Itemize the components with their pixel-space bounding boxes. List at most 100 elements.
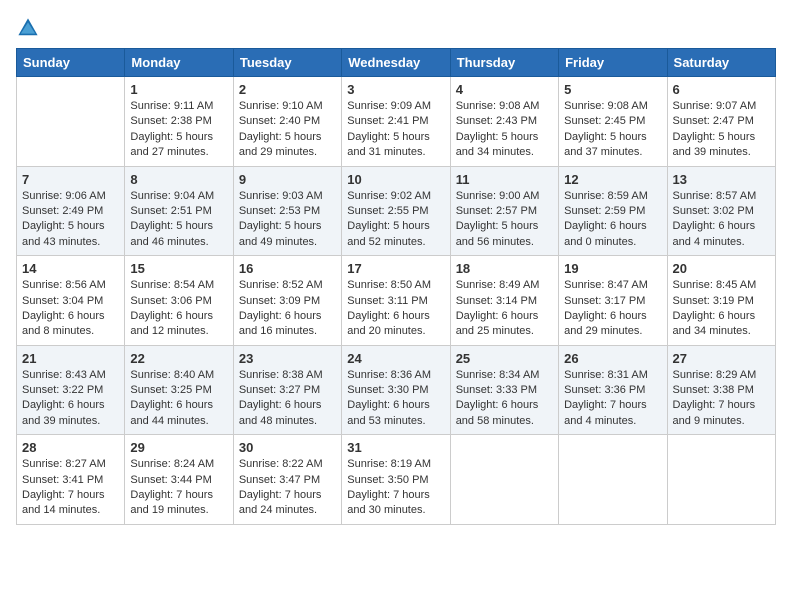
- day-number: 4: [456, 82, 553, 97]
- day-number: 5: [564, 82, 661, 97]
- day-info: Sunrise: 8:19 AM Sunset: 3:50 PM Dayligh…: [347, 457, 444, 519]
- calendar-cell: 2 Sunrise: 9:10 AM Sunset: 2:40 PM Daylig…: [233, 77, 341, 167]
- day-info: Sunrise: 9:06 AM Sunset: 2:49 PM Dayligh…: [22, 189, 119, 251]
- day-info: Sunrise: 9:08 AM Sunset: 2:43 PM Dayligh…: [456, 99, 553, 161]
- day-number: 29: [130, 440, 227, 455]
- calendar-week-3: 14 Sunrise: 8:56 AM Sunset: 3:04 PM Dayli…: [17, 256, 776, 346]
- day-number: 12: [564, 172, 661, 187]
- calendar-cell: 10 Sunrise: 9:02 AM Sunset: 2:55 PM Dayli…: [342, 166, 450, 256]
- day-number: 2: [239, 82, 336, 97]
- day-number: 10: [347, 172, 444, 187]
- day-number: 1: [130, 82, 227, 97]
- day-info: Sunrise: 9:04 AM Sunset: 2:51 PM Dayligh…: [130, 189, 227, 251]
- weekday-header-saturday: Saturday: [667, 49, 775, 77]
- day-number: 28: [22, 440, 119, 455]
- day-info: Sunrise: 8:31 AM Sunset: 3:36 PM Dayligh…: [564, 368, 661, 430]
- day-info: Sunrise: 8:54 AM Sunset: 3:06 PM Dayligh…: [130, 278, 227, 340]
- calendar-cell: 24Sunrise: 8:36 AM Sunset: 3:30 PM Dayli…: [342, 345, 450, 435]
- day-info: Sunrise: 8:59 AM Sunset: 2:59 PM Dayligh…: [564, 189, 661, 251]
- day-info: Sunrise: 8:40 AM Sunset: 3:25 PM Dayligh…: [130, 368, 227, 430]
- weekday-header-sunday: Sunday: [17, 49, 125, 77]
- weekday-header-wednesday: Wednesday: [342, 49, 450, 77]
- calendar-week-5: 28 Sunrise: 8:27 AM Sunset: 3:41 PM Dayli…: [17, 435, 776, 525]
- calendar-cell: 3 Sunrise: 9:09 AM Sunset: 2:41 PM Daylig…: [342, 77, 450, 167]
- calendar-cell: 21 Sunrise: 8:43 AM Sunset: 3:22 PM Dayli…: [17, 345, 125, 435]
- calendar-cell: 5 Sunrise: 9:08 AM Sunset: 2:45 PM Daylig…: [559, 77, 667, 167]
- day-number: 20: [673, 261, 770, 276]
- day-info: Sunrise: 8:22 AM Sunset: 3:47 PM Dayligh…: [239, 457, 336, 519]
- day-number: 13: [673, 172, 770, 187]
- day-info: Sunrise: 8:38 AM Sunset: 3:27 PM Dayligh…: [239, 368, 336, 430]
- day-number: 11: [456, 172, 553, 187]
- calendar-cell: 13Sunrise: 8:57 AM Sunset: 3:02 PM Dayli…: [667, 166, 775, 256]
- weekday-header-friday: Friday: [559, 49, 667, 77]
- page-header: [16, 16, 776, 40]
- calendar-cell: 6Sunrise: 9:07 AM Sunset: 2:47 PM Daylig…: [667, 77, 775, 167]
- day-number: 26: [564, 351, 661, 366]
- day-info: Sunrise: 9:09 AM Sunset: 2:41 PM Dayligh…: [347, 99, 444, 161]
- calendar-cell: [17, 77, 125, 167]
- calendar-cell: 9Sunrise: 9:03 AM Sunset: 2:53 PM Daylig…: [233, 166, 341, 256]
- day-number: 14: [22, 261, 119, 276]
- calendar-week-1: 1 Sunrise: 9:11 AM Sunset: 2:38 PM Daylig…: [17, 77, 776, 167]
- day-info: Sunrise: 9:02 AM Sunset: 2:55 PM Dayligh…: [347, 189, 444, 251]
- calendar-cell: 4 Sunrise: 9:08 AM Sunset: 2:43 PM Daylig…: [450, 77, 558, 167]
- day-number: 7: [22, 172, 119, 187]
- day-info: Sunrise: 8:45 AM Sunset: 3:19 PM Dayligh…: [673, 278, 770, 340]
- calendar-header: SundayMondayTuesdayWednesdayThursdayFrid…: [17, 49, 776, 77]
- logo: [16, 16, 44, 40]
- calendar-cell: 16 Sunrise: 8:52 AM Sunset: 3:09 PM Dayli…: [233, 256, 341, 346]
- calendar-cell: 23Sunrise: 8:38 AM Sunset: 3:27 PM Dayli…: [233, 345, 341, 435]
- day-info: Sunrise: 9:03 AM Sunset: 2:53 PM Dayligh…: [239, 189, 336, 251]
- day-info: Sunrise: 9:00 AM Sunset: 2:57 PM Dayligh…: [456, 189, 553, 251]
- day-info: Sunrise: 8:47 AM Sunset: 3:17 PM Dayligh…: [564, 278, 661, 340]
- day-number: 8: [130, 172, 227, 187]
- calendar-cell: 25 Sunrise: 8:34 AM Sunset: 3:33 PM Dayli…: [450, 345, 558, 435]
- calendar-cell: 1 Sunrise: 9:11 AM Sunset: 2:38 PM Daylig…: [125, 77, 233, 167]
- weekday-header-tuesday: Tuesday: [233, 49, 341, 77]
- day-number: 3: [347, 82, 444, 97]
- day-number: 19: [564, 261, 661, 276]
- day-number: 30: [239, 440, 336, 455]
- day-number: 18: [456, 261, 553, 276]
- day-number: 16: [239, 261, 336, 276]
- calendar-cell: 12 Sunrise: 8:59 AM Sunset: 2:59 PM Dayli…: [559, 166, 667, 256]
- day-info: Sunrise: 8:43 AM Sunset: 3:22 PM Dayligh…: [22, 368, 119, 430]
- calendar-cell: [559, 435, 667, 525]
- day-number: 27: [673, 351, 770, 366]
- calendar-cell: 31Sunrise: 8:19 AM Sunset: 3:50 PM Dayli…: [342, 435, 450, 525]
- calendar-cell: 30 Sunrise: 8:22 AM Sunset: 3:47 PM Dayli…: [233, 435, 341, 525]
- calendar-week-2: 7 Sunrise: 9:06 AM Sunset: 2:49 PM Daylig…: [17, 166, 776, 256]
- calendar-cell: 18 Sunrise: 8:49 AM Sunset: 3:14 PM Dayli…: [450, 256, 558, 346]
- day-info: Sunrise: 8:49 AM Sunset: 3:14 PM Dayligh…: [456, 278, 553, 340]
- calendar-cell: 19 Sunrise: 8:47 AM Sunset: 3:17 PM Dayli…: [559, 256, 667, 346]
- calendar-cell: 27Sunrise: 8:29 AM Sunset: 3:38 PM Dayli…: [667, 345, 775, 435]
- day-number: 17: [347, 261, 444, 276]
- day-info: Sunrise: 9:11 AM Sunset: 2:38 PM Dayligh…: [130, 99, 227, 161]
- day-info: Sunrise: 9:07 AM Sunset: 2:47 PM Dayligh…: [673, 99, 770, 161]
- day-info: Sunrise: 8:56 AM Sunset: 3:04 PM Dayligh…: [22, 278, 119, 340]
- day-info: Sunrise: 9:10 AM Sunset: 2:40 PM Dayligh…: [239, 99, 336, 161]
- day-info: Sunrise: 8:24 AM Sunset: 3:44 PM Dayligh…: [130, 457, 227, 519]
- calendar-cell: 29 Sunrise: 8:24 AM Sunset: 3:44 PM Dayli…: [125, 435, 233, 525]
- day-number: 24: [347, 351, 444, 366]
- day-info: Sunrise: 9:08 AM Sunset: 2:45 PM Dayligh…: [564, 99, 661, 161]
- calendar-cell: 8 Sunrise: 9:04 AM Sunset: 2:51 PM Daylig…: [125, 166, 233, 256]
- calendar-cell: 7 Sunrise: 9:06 AM Sunset: 2:49 PM Daylig…: [17, 166, 125, 256]
- day-info: Sunrise: 8:50 AM Sunset: 3:11 PM Dayligh…: [347, 278, 444, 340]
- day-info: Sunrise: 8:27 AM Sunset: 3:41 PM Dayligh…: [22, 457, 119, 519]
- day-info: Sunrise: 8:34 AM Sunset: 3:33 PM Dayligh…: [456, 368, 553, 430]
- day-info: Sunrise: 8:52 AM Sunset: 3:09 PM Dayligh…: [239, 278, 336, 340]
- calendar-cell: 14 Sunrise: 8:56 AM Sunset: 3:04 PM Dayli…: [17, 256, 125, 346]
- weekday-header-monday: Monday: [125, 49, 233, 77]
- calendar-cell: 28 Sunrise: 8:27 AM Sunset: 3:41 PM Dayli…: [17, 435, 125, 525]
- calendar-cell: 17 Sunrise: 8:50 AM Sunset: 3:11 PM Dayli…: [342, 256, 450, 346]
- day-number: 25: [456, 351, 553, 366]
- calendar-cell: 26 Sunrise: 8:31 AM Sunset: 3:36 PM Dayli…: [559, 345, 667, 435]
- day-number: 21: [22, 351, 119, 366]
- calendar-cell: 15 Sunrise: 8:54 AM Sunset: 3:06 PM Dayli…: [125, 256, 233, 346]
- day-number: 15: [130, 261, 227, 276]
- calendar-table: SundayMondayTuesdayWednesdayThursdayFrid…: [16, 48, 776, 525]
- logo-icon: [16, 16, 40, 40]
- calendar-cell: [667, 435, 775, 525]
